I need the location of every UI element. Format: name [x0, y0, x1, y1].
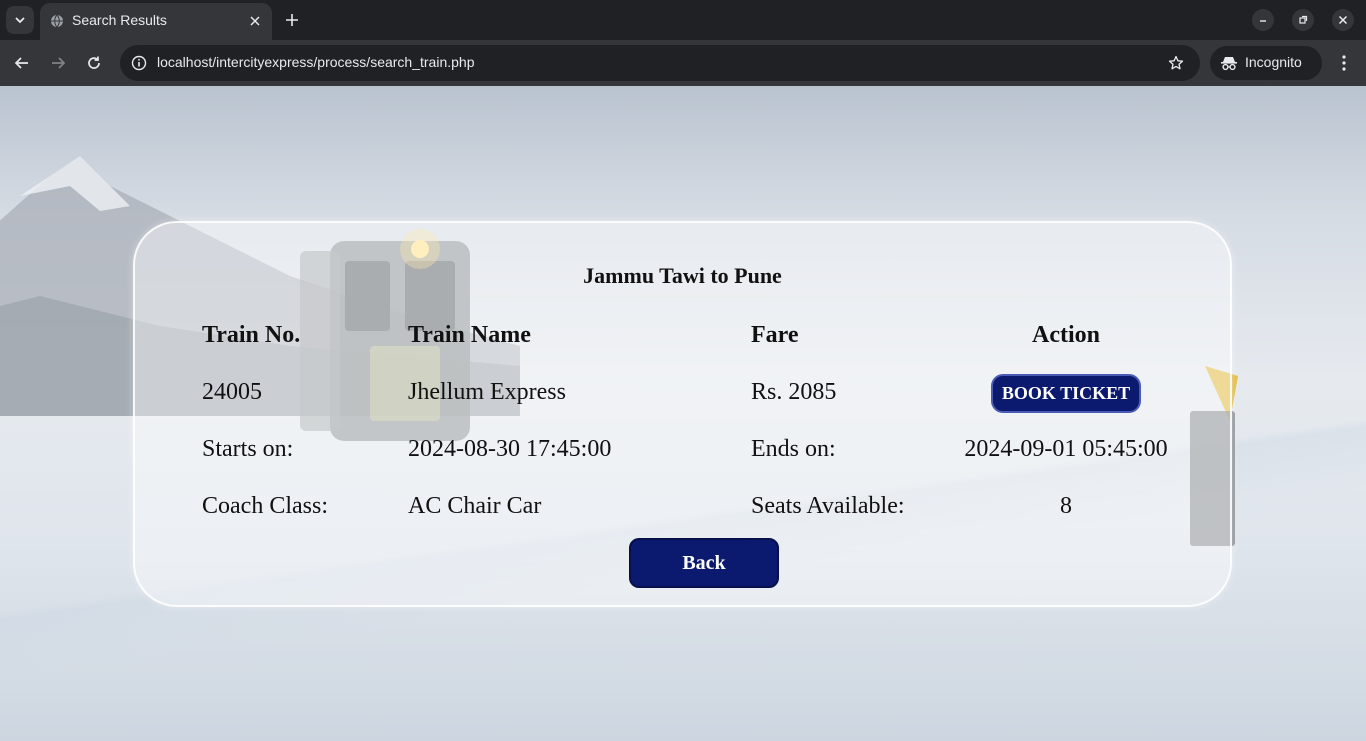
tab-search-button[interactable] — [6, 6, 34, 34]
starts-on-value: 2024-08-30 17:45:00 — [408, 436, 612, 462]
chevron-down-icon — [15, 17, 25, 24]
header-train-no: Train No. — [202, 322, 301, 348]
browser-menu-button[interactable] — [1332, 50, 1356, 76]
route-title: Jammu Tawi to Pune — [583, 263, 782, 288]
page-viewport: Jammu Tawi to Pune Train No. Train Name … — [0, 86, 1366, 741]
close-icon — [1338, 15, 1348, 25]
address-bar[interactable]: localhost/intercityexpress/process/searc… — [120, 45, 1200, 81]
ends-on-value: 2024-09-01 05:45:00 — [964, 436, 1168, 462]
incognito-badge[interactable]: Incognito — [1210, 46, 1322, 80]
arrow-left-icon — [14, 57, 28, 69]
reload-button[interactable] — [81, 50, 107, 76]
coach-class-value: AC Chair Car — [408, 493, 542, 519]
arrow-right-icon — [52, 57, 66, 69]
seats-available-value: 8 — [1060, 493, 1072, 519]
url-text[interactable]: localhost/intercityexpress/process/searc… — [157, 54, 475, 70]
incognito-icon — [1221, 57, 1237, 71]
seats-available-label: Seats Available: — [751, 493, 905, 519]
close-window-button[interactable] — [1332, 9, 1354, 31]
bookmark-button[interactable] — [1166, 53, 1186, 73]
info-icon — [131, 55, 147, 71]
book-ticket-button[interactable]: BOOK TICKET — [991, 374, 1141, 413]
close-icon — [250, 16, 260, 26]
star-icon — [1168, 55, 1184, 70]
browser-toolbar: localhost/intercityexpress/process/searc… — [0, 40, 1366, 86]
restore-icon — [1299, 15, 1308, 24]
incognito-label: Incognito — [1245, 54, 1302, 70]
back-nav-button[interactable] — [9, 50, 35, 76]
header-fare: Fare — [751, 322, 799, 348]
train-name: Jhellum Express — [408, 379, 566, 405]
minimize-icon — [1260, 20, 1266, 22]
header-train-name: Train Name — [408, 322, 531, 348]
coach-class-label: Coach Class: — [202, 493, 328, 519]
train-number: 24005 — [202, 379, 262, 405]
forward-nav-button[interactable] — [45, 50, 71, 76]
more-vertical-icon — [1342, 55, 1346, 71]
minimize-button[interactable] — [1252, 9, 1274, 31]
tab-bar: Search Results — [0, 0, 1366, 40]
ends-on-label: Ends on: — [751, 436, 836, 462]
plus-icon — [286, 14, 298, 26]
site-info-button[interactable] — [128, 52, 150, 74]
train-fare: Rs. 2085 — [751, 379, 837, 405]
tab-close-button[interactable] — [246, 12, 264, 30]
back-button[interactable]: Back — [629, 538, 779, 588]
new-tab-button[interactable] — [281, 9, 303, 31]
search-results-card: Jammu Tawi to Pune Train No. Train Name … — [133, 221, 1232, 607]
restore-button[interactable] — [1292, 9, 1314, 31]
header-action: Action — [1032, 322, 1100, 348]
starts-on-label: Starts on: — [202, 436, 294, 462]
reload-icon — [88, 56, 100, 69]
globe-icon — [51, 14, 63, 28]
tab-title: Search Results — [72, 12, 167, 28]
browser-tab[interactable]: Search Results — [40, 3, 272, 40]
